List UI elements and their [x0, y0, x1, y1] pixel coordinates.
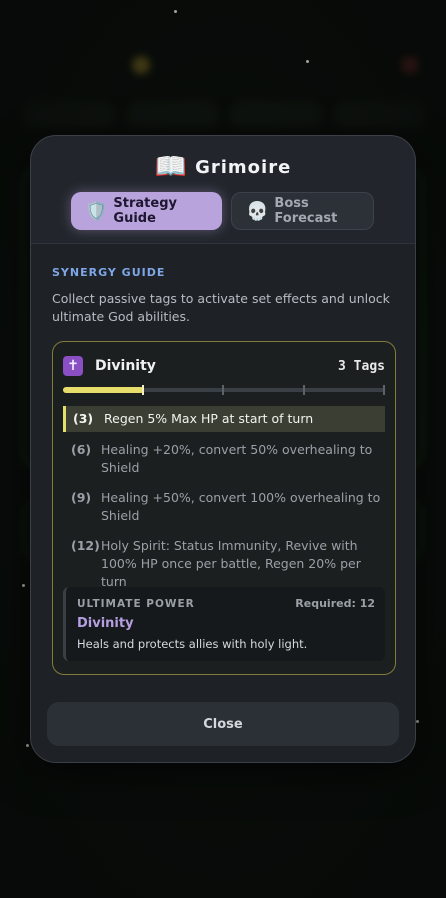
- ultimate-label: ULTIMATE POWER: [77, 598, 195, 610]
- cross-icon: ✝: [63, 356, 83, 376]
- tier-text: Holy Spirit: Status Immunity, Revive wit…: [101, 538, 361, 589]
- synergy-tag-count: 3 Tags: [338, 358, 385, 374]
- tier-row-9: (9) Healing +50%, convert 100% overheali…: [63, 489, 385, 525]
- particle: [306, 60, 309, 63]
- tier-level: (12): [71, 538, 100, 553]
- shield-icon: 🛡️: [85, 200, 108, 222]
- synergy-header: ✝ Divinity 3 Tags: [63, 354, 385, 378]
- tab-boss-forecast[interactable]: 💀 Boss Forecast: [231, 192, 374, 230]
- modal-title: Grimoire: [195, 156, 292, 178]
- tab-strategy-guide[interactable]: 🛡️ Strategy Guide: [71, 192, 222, 230]
- modal-header: 📖 Grimoire 🛡️ Strategy Guide 💀 Boss Fore…: [31, 136, 415, 244]
- progress-fill: [63, 387, 144, 393]
- grimoire-modal: 📖 Grimoire 🛡️ Strategy Guide 💀 Boss Fore…: [30, 135, 416, 763]
- tier-text: Healing +50%, convert 100% overhealing t…: [101, 490, 381, 523]
- tier-level: (9): [71, 490, 92, 505]
- modal-title-row: 📖 Grimoire: [31, 152, 415, 182]
- tier-level: (6): [71, 442, 92, 457]
- tier-level: (3): [73, 411, 94, 426]
- skull-icon: 💀: [246, 200, 269, 222]
- ultimate-requirement: Required: 12: [295, 597, 375, 610]
- ultimate-description: Heals and protects allies with holy ligh…: [77, 637, 308, 651]
- synergy-name: Divinity: [95, 358, 156, 374]
- tier-text: Healing +20%, convert 50% overhealing to…: [101, 442, 373, 475]
- tab-bar: 🛡️ Strategy Guide 💀 Boss Forecast: [71, 192, 374, 230]
- close-button[interactable]: Close: [47, 702, 399, 746]
- progress-threshold-tick: [302, 385, 305, 395]
- progress-threshold-tick: [222, 385, 224, 395]
- section-description: Collect passive tags to activate set eff…: [52, 291, 390, 324]
- tier-row-12: (12) Holy Spirit: Status Immunity, Reviv…: [63, 537, 385, 591]
- modal-body[interactable]: SYNERGY GUIDE Collect passive tags to ac…: [31, 244, 415, 762]
- tab-label: Strategy Guide: [113, 196, 177, 226]
- tier-row-6: (6) Healing +20%, convert 50% overhealin…: [63, 441, 385, 477]
- particle: [26, 744, 29, 747]
- synergy-progress-bar: [63, 385, 385, 395]
- ultimate-power-panel: ULTIMATE POWER Required: 12 Divinity Hea…: [63, 587, 385, 661]
- synergy-card: ✝ Divinity 3 Tags (3) Regen 5% Max HP at…: [52, 341, 396, 675]
- tier-row-3: (3) Regen 5% Max HP at start of turn: [63, 406, 385, 432]
- particle: [416, 720, 419, 723]
- book-icon: 📖: [154, 152, 188, 182]
- section-label: SYNERGY GUIDE: [52, 266, 166, 279]
- particle: [22, 584, 25, 587]
- particle: [174, 10, 177, 13]
- progress-threshold-tick: [141, 385, 144, 395]
- ultimate-name: Divinity: [77, 616, 134, 631]
- progress-threshold-tick: [383, 385, 385, 395]
- tier-text: Regen 5% Max HP at start of turn: [104, 411, 314, 426]
- tab-label: Boss Forecast: [274, 196, 338, 226]
